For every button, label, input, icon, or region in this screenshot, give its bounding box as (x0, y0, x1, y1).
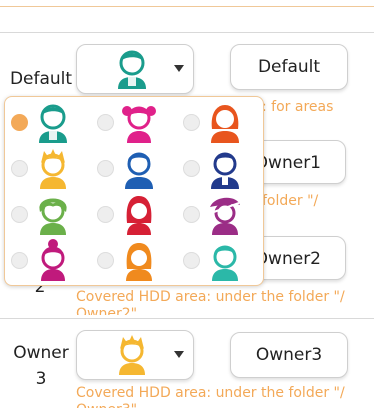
avatar-option[interactable] (179, 99, 265, 146)
radio-selected[interactable] (11, 114, 28, 131)
owner2-hint-line1: Covered HDD area: under the folder "/ (76, 289, 345, 305)
avatar-option[interactable] (7, 99, 93, 146)
radio[interactable] (11, 160, 28, 177)
radio[interactable] (97, 114, 114, 131)
row-owner3-label-word: Owner (13, 343, 69, 363)
default-button[interactable]: Default (230, 44, 348, 90)
radio[interactable] (97, 160, 114, 177)
default-avatar-dropdown[interactable] (76, 44, 194, 94)
radio[interactable] (97, 206, 114, 223)
owner2-hint-line2: Owner2" (76, 306, 138, 315)
avatar-option[interactable] (179, 237, 265, 284)
divider (0, 318, 374, 319)
radio[interactable] (183, 114, 200, 131)
avatar-picker-popup (4, 96, 264, 286)
chevron-down-icon (174, 351, 184, 358)
avatar-option[interactable] (93, 191, 179, 238)
teal-man-avatar-icon (118, 50, 146, 89)
green-curly-avatar-icon (39, 198, 67, 235)
navy-man-avatar-icon (211, 152, 239, 189)
radio[interactable] (97, 252, 114, 269)
blue-man-avatar-icon (125, 152, 153, 189)
red-long-hair-woman-avatar-icon (126, 196, 152, 235)
red-haired-woman-avatar-icon (211, 105, 239, 143)
radio[interactable] (11, 252, 28, 269)
radio[interactable] (183, 160, 200, 177)
avatar-option[interactable] (179, 145, 265, 192)
avatar-option[interactable] (93, 145, 179, 192)
chevron-down-icon (174, 65, 184, 72)
avatar-option[interactable] (93, 237, 179, 284)
owner3-hint-line1: Covered HDD area: under the folder "/ (76, 385, 345, 401)
owner1-hint-tail: folder "/ (262, 193, 319, 209)
pink-pigtails-girl-avatar-icon (122, 106, 156, 143)
owner3-button[interactable]: Owner3 (230, 332, 348, 378)
pink-bun-girl-avatar-icon (41, 239, 65, 281)
purple-hat-woman-avatar-icon (210, 197, 240, 235)
yellow-spiky-boy-avatar-icon (119, 335, 145, 375)
default-hint-tail: : for areas (262, 99, 334, 115)
orange-woman-avatar-icon (126, 243, 152, 281)
top-divider (0, 6, 374, 7)
avatar-option[interactable] (7, 145, 93, 192)
owner3-avatar-dropdown[interactable] (76, 330, 194, 380)
avatar-option[interactable] (179, 191, 265, 238)
row-owner3-label-number: 3 (35, 369, 47, 389)
avatar-option[interactable] (93, 99, 179, 146)
divider (0, 32, 374, 33)
teal-woman-avatar-icon (212, 245, 238, 281)
row-default-label: Default (9, 69, 73, 89)
radio[interactable] (183, 252, 200, 269)
radio[interactable] (183, 206, 200, 223)
radio[interactable] (11, 206, 28, 223)
yellow-spiky-boy-avatar-icon (40, 149, 66, 189)
owner3-hint-line2: Owner3" (76, 401, 137, 408)
avatar-option[interactable] (7, 237, 93, 284)
teal-man-avatar-icon (39, 104, 67, 143)
avatar-option[interactable] (7, 191, 93, 238)
